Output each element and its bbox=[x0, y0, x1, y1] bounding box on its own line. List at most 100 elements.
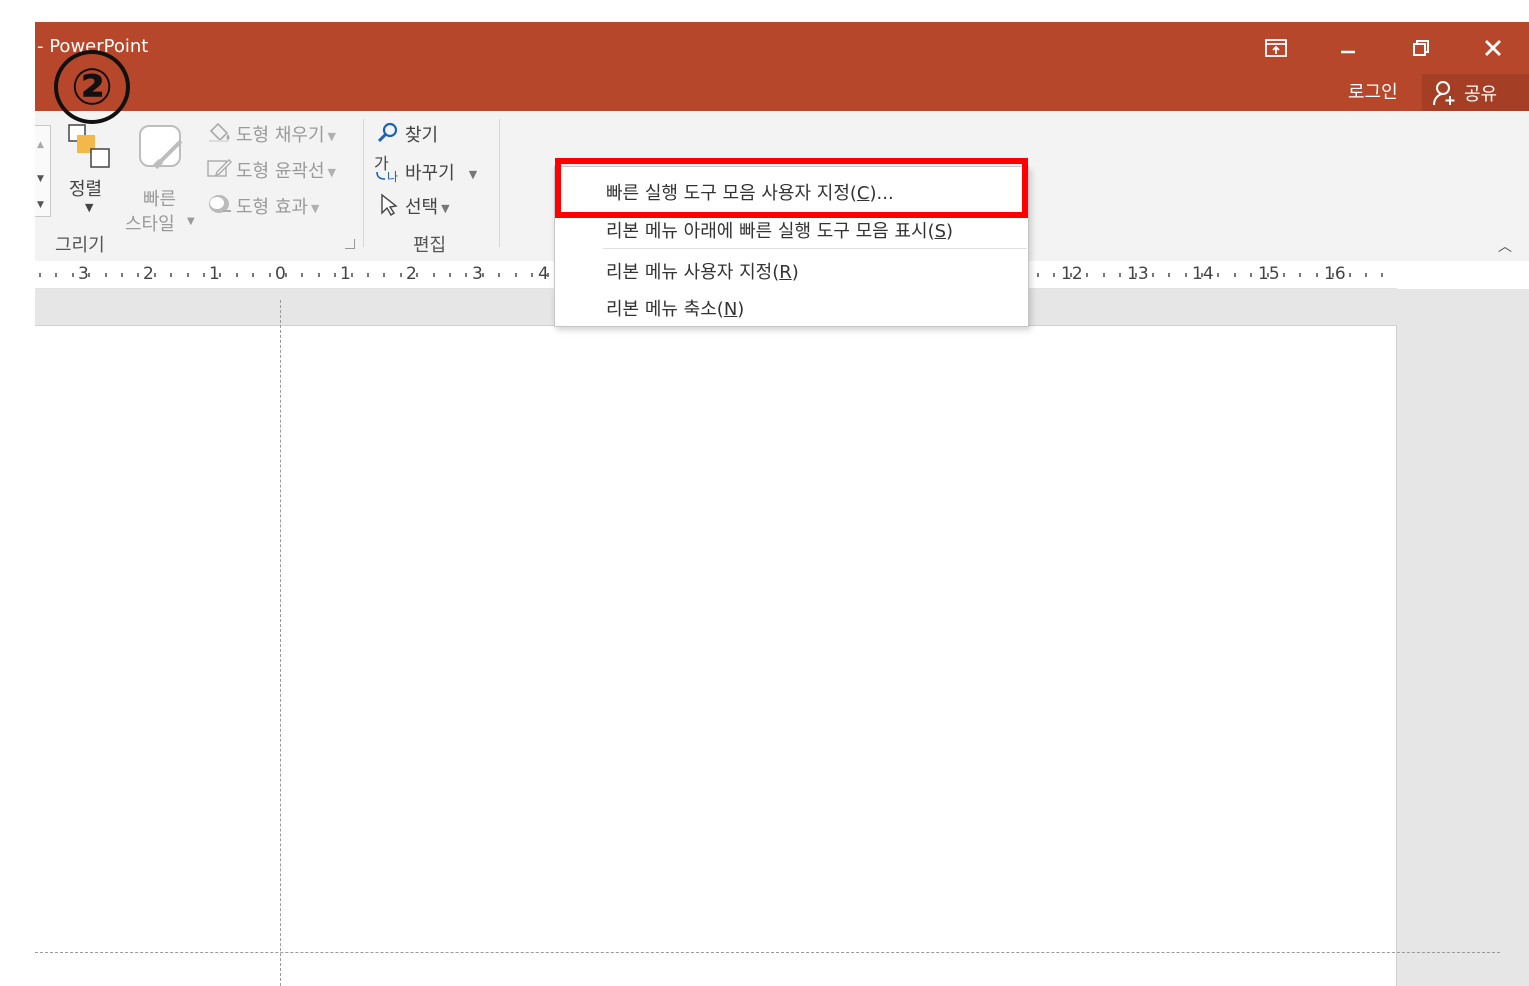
ruler-tick bbox=[219, 273, 221, 277]
shape-effects-button[interactable]: 도형 효과 ▼ bbox=[205, 191, 355, 219]
ruler-tick bbox=[334, 273, 336, 277]
ruler-tick bbox=[1086, 273, 1088, 277]
ruler-tick bbox=[137, 273, 139, 277]
ruler-tick bbox=[1185, 273, 1187, 277]
ruler-tick bbox=[170, 273, 172, 277]
arrange-label: 정렬 bbox=[69, 179, 103, 200]
horizontal-guide[interactable] bbox=[35, 952, 1500, 953]
ruler-tick bbox=[1168, 273, 1170, 277]
replace-label: 바꾸기 ▼ bbox=[405, 163, 478, 184]
step-marker: ② bbox=[54, 50, 130, 124]
gallery-down-icon: ▼ bbox=[37, 174, 44, 184]
ruler-tick bbox=[72, 273, 74, 277]
ruler-tick bbox=[236, 273, 238, 277]
ruler-tick bbox=[1037, 273, 1039, 277]
ruler-tick bbox=[1201, 273, 1203, 277]
shape-fill-label: 도형 채우기 ▼ bbox=[236, 125, 336, 146]
ruler-tick bbox=[1103, 273, 1105, 277]
ruler-label: 2 bbox=[143, 264, 154, 284]
editing-group-label: 편집 bbox=[413, 235, 447, 256]
minimize-icon bbox=[1341, 50, 1355, 53]
ruler-tick bbox=[1316, 273, 1318, 277]
ribbon-display-options-button[interactable] bbox=[1252, 32, 1300, 60]
gallery-up-icon: ▲ bbox=[37, 140, 44, 150]
shape-effects-label: 도형 효과 ▼ bbox=[236, 197, 320, 218]
ruler-tick bbox=[285, 273, 287, 277]
ruler-tick bbox=[433, 273, 435, 277]
ruler-tick bbox=[269, 273, 271, 277]
menu-item-customize-qat[interactable]: 빠른 실행 도구 모음 사용자 지정(C)... bbox=[606, 179, 894, 205]
shapes-gallery-scroll[interactable]: ▲ ▼ ▼ bbox=[35, 125, 51, 217]
replace-icon: 가나 bbox=[374, 154, 398, 183]
ruler-label: 1 bbox=[340, 264, 351, 284]
ruler-tick bbox=[55, 273, 57, 277]
select-button[interactable]: 선택 ▼ bbox=[375, 191, 475, 219]
ruler-tick bbox=[465, 273, 467, 277]
ruler-tick bbox=[400, 273, 402, 277]
restore-ribbon-icon bbox=[1265, 38, 1287, 57]
maximize-button[interactable] bbox=[1397, 32, 1445, 60]
login-link[interactable]: 로그인 bbox=[1348, 78, 1398, 104]
ruler-tick bbox=[1365, 273, 1367, 277]
ruler-tick bbox=[482, 273, 484, 277]
ruler-tick bbox=[187, 273, 189, 277]
vertical-guide[interactable] bbox=[280, 300, 281, 986]
ruler-tick bbox=[351, 273, 353, 277]
replace-button[interactable]: 가나 바꾸기 ▼ bbox=[373, 153, 493, 185]
menu-item-show-qat-below[interactable]: 리본 메뉴 아래에 빠른 실행 도구 모음 표시(S) bbox=[606, 217, 953, 243]
menu-item-customize-ribbon[interactable]: 리본 메뉴 사용자 지정(R) bbox=[606, 258, 799, 284]
close-button[interactable] bbox=[1469, 32, 1517, 60]
ruler-tick bbox=[1299, 273, 1301, 277]
magnifier-icon bbox=[377, 122, 398, 143]
ruler-tick bbox=[1119, 273, 1121, 277]
quick-styles-label-2: 스타일 bbox=[125, 214, 175, 235]
slide-canvas[interactable] bbox=[35, 325, 1397, 986]
ruler-tick bbox=[39, 273, 41, 277]
ruler-tick bbox=[1267, 273, 1269, 277]
ruler-tick bbox=[1234, 273, 1236, 277]
drawing-dialog-launcher-icon[interactable] bbox=[345, 239, 355, 249]
ruler-tick bbox=[1381, 273, 1383, 277]
share-label: 공유 bbox=[1464, 83, 1498, 105]
find-button[interactable]: 찾기 bbox=[375, 119, 475, 147]
powerpoint-window: - PowerPoint 로그인 공유 ② ▲ ▼ ▼ 정렬 ▼ 빠른 스타일 … bbox=[0, 0, 1529, 986]
find-label: 찾기 bbox=[405, 125, 439, 146]
ruler-tick bbox=[1053, 273, 1055, 277]
menu-separator bbox=[603, 248, 1027, 249]
shape-outline-button[interactable]: 도형 윤곽선 ▼ bbox=[205, 155, 355, 183]
title-bar: - PowerPoint 로그인 공유 bbox=[35, 22, 1529, 111]
gallery-more-icon: ▼ bbox=[37, 200, 44, 210]
group-separator bbox=[499, 119, 500, 247]
ruler-tick bbox=[515, 273, 517, 277]
ruler-label: 16 bbox=[1324, 264, 1346, 284]
close-icon bbox=[1485, 39, 1501, 56]
share-button[interactable]: 공유 bbox=[1422, 74, 1529, 111]
ruler-tick bbox=[105, 273, 107, 277]
arrange-button[interactable]: 정렬 ▼ bbox=[63, 121, 117, 231]
shape-fill-button[interactable]: 도형 채우기 ▼ bbox=[205, 119, 355, 147]
cursor-icon bbox=[381, 193, 398, 216]
ruler-tick bbox=[367, 273, 369, 277]
ruler-tick bbox=[1250, 273, 1252, 277]
chevron-up-icon[interactable]: ︿ bbox=[1498, 236, 1512, 256]
group-separator bbox=[363, 119, 364, 247]
quick-styles-button[interactable]: 빠른 스타일 ▼ bbox=[123, 121, 199, 235]
ruler-tick bbox=[252, 273, 254, 277]
menu-item-collapse-ribbon[interactable]: 리본 메뉴 축소(N) bbox=[606, 295, 744, 321]
ruler-tick bbox=[301, 273, 303, 277]
effects-icon bbox=[209, 195, 231, 213]
ruler-tick bbox=[1135, 273, 1137, 277]
paint-bucket-icon bbox=[209, 122, 230, 142]
ruler-tick bbox=[154, 273, 156, 277]
ruler-tick bbox=[416, 273, 418, 277]
shape-outline-label: 도형 윤곽선 ▼ bbox=[236, 161, 336, 182]
pencil-icon bbox=[207, 159, 232, 177]
ruler-tick bbox=[318, 273, 320, 277]
ruler-tick bbox=[498, 273, 500, 277]
svg-text:나: 나 bbox=[387, 170, 398, 183]
ruler-tick bbox=[547, 273, 549, 277]
arrange-icon bbox=[68, 124, 110, 168]
ribbon-context-menu: 빠른 실행 도구 모음 사용자 지정(C)... 리본 메뉴 아래에 빠른 실행… bbox=[554, 166, 1029, 327]
person-add-icon bbox=[1433, 80, 1455, 105]
minimize-button[interactable] bbox=[1324, 32, 1372, 60]
